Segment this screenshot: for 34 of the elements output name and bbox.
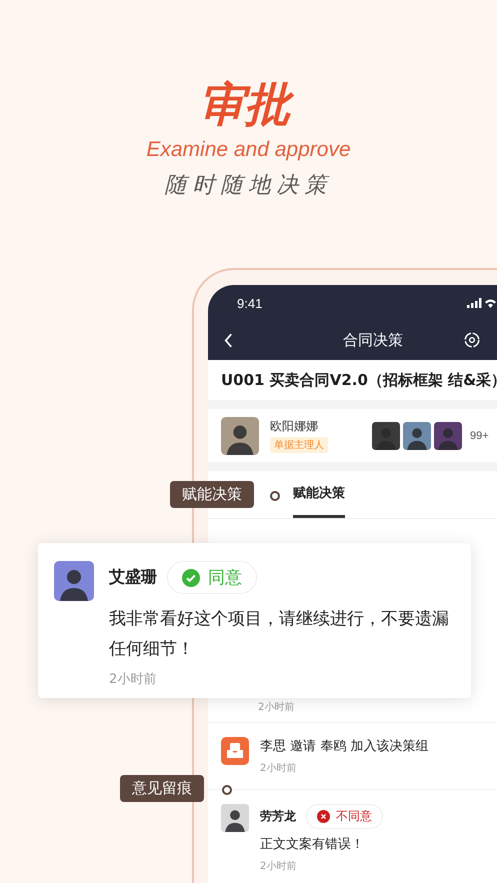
comment-text: 我非常看好这个项目，请继续进行，不要遗漏任何细节！: [109, 608, 450, 661]
avatar: [221, 416, 259, 454]
verdict-badge: 同意: [167, 561, 257, 594]
contract-title: U001 买卖合同V2.0（招标框架 结&采）: [220, 370, 497, 390]
event-text: 李思 邀请 奉鸥 加入该决策组: [260, 738, 428, 755]
inbox-icon: [221, 737, 249, 765]
tagline: 随时随地决策: [164, 172, 332, 200]
check-icon: [182, 568, 200, 586]
role-tag: 单据主理人: [270, 437, 328, 453]
status-time: 9:41: [237, 296, 262, 310]
close-icon: [317, 810, 330, 823]
avatar: [434, 422, 462, 450]
timestamp: 2小时前: [260, 762, 296, 775]
callout-label: 意见留痕: [120, 775, 204, 802]
timestamp: 2小时前: [258, 700, 294, 714]
avatar: [54, 561, 94, 601]
comment-text: 正文文案有错误！: [260, 836, 364, 853]
avatar: [403, 422, 431, 450]
signal-icon: [467, 298, 497, 308]
timestamp: 2小时前: [260, 860, 296, 873]
user-name: 劳芳龙: [260, 808, 296, 825]
avatar: [221, 804, 249, 832]
subtitle: Examine and approve: [146, 138, 351, 162]
callout-label: 赋能决策: [170, 481, 254, 508]
owner-name: 欧阳娜娜: [270, 418, 318, 435]
member-count: 99+: [470, 430, 489, 442]
tab[interactable]: 赋能决策: [293, 471, 345, 518]
screen-title: 合同决策: [343, 330, 403, 350]
verdict-badge: 不同意: [306, 804, 383, 829]
avatar: [372, 422, 400, 450]
target-icon[interactable]: [463, 331, 481, 349]
user-name: 艾盛珊: [109, 567, 157, 588]
back-icon[interactable]: [224, 332, 233, 348]
timestamp: 2小时前: [109, 671, 156, 688]
